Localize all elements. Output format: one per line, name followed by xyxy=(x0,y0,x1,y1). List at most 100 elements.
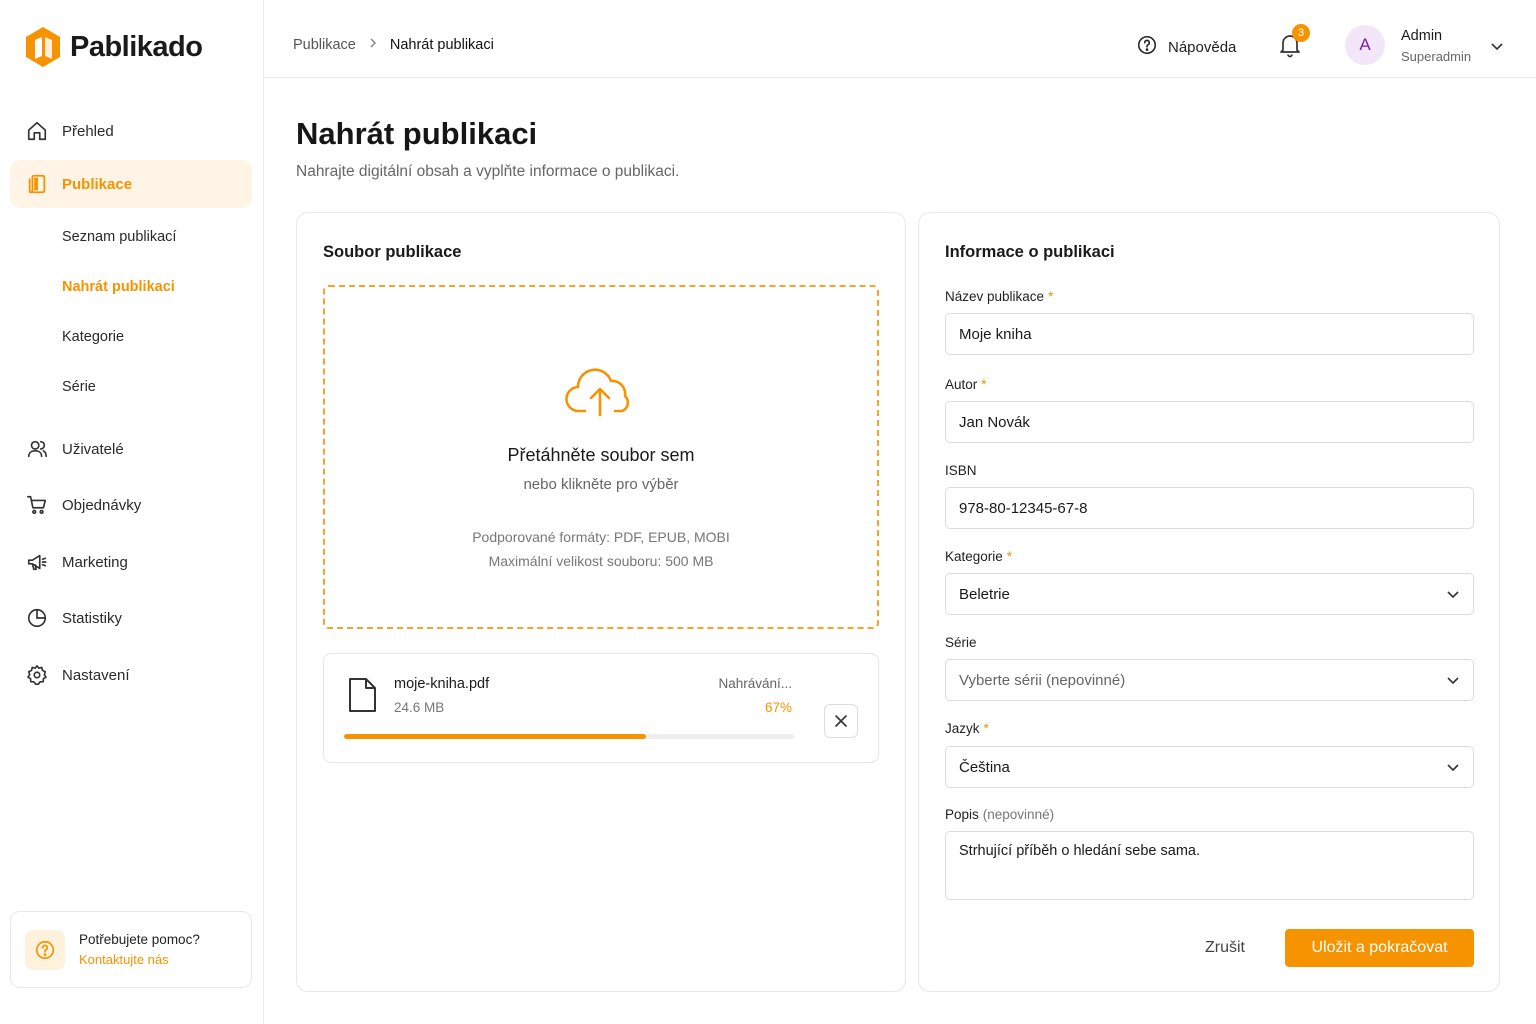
sidebar-item-publikace[interactable]: Publikace xyxy=(10,160,252,208)
category-value: Beletrie xyxy=(959,585,1010,603)
category-select[interactable]: Beletrie xyxy=(945,573,1474,615)
info-card-title: Informace o publikaci xyxy=(945,243,1115,261)
gear-icon xyxy=(26,664,48,686)
required-mark: * xyxy=(1006,549,1013,564)
sidebar-item-objednavky[interactable]: Objednávky xyxy=(10,481,252,529)
sidebar-subitem-serie[interactable]: Série xyxy=(62,379,96,395)
sidebar-subitem-nahrat-publikaci[interactable]: Nahrát publikaci xyxy=(62,279,175,295)
sidebar-item-prehled[interactable]: Přehled xyxy=(10,107,252,155)
sidebar-item-label: Publikace xyxy=(62,175,133,193)
description-label: Popis (nepovinné) xyxy=(945,807,1054,822)
page-title: Nahrát publikaci xyxy=(296,116,538,151)
category-label-text: Kategorie xyxy=(945,549,1003,564)
save-continue-button[interactable]: Uložit a pokračovat xyxy=(1285,929,1474,967)
pie-chart-icon xyxy=(26,607,48,629)
description-textarea[interactable]: Strhující příběh o hledání sebe sama. xyxy=(945,831,1474,900)
notification-badge: 3 xyxy=(1292,24,1310,42)
upload-progress-fill xyxy=(344,734,646,739)
help-title: Potřebujete pomoc? xyxy=(79,932,200,947)
author-value: Jan Novák xyxy=(959,413,1030,431)
brand-name: Pablikado xyxy=(70,30,203,63)
title-label-text: Název publikace xyxy=(945,289,1045,304)
author-label: Autor * xyxy=(945,377,987,392)
max-file-size: Maximální velikost souboru: 500 MB xyxy=(488,553,714,569)
dropzone-subtitle: nebo klikněte pro výběr xyxy=(523,476,679,493)
top-bar: Publikace Nahrát publikaci Nápověda 3 A … xyxy=(264,0,1536,78)
sidebar-item-statistiky[interactable]: Statistiky xyxy=(10,594,252,642)
breadcrumb-publikace[interactable]: Publikace xyxy=(293,37,356,53)
category-label: Kategorie * xyxy=(945,549,1012,564)
sidebar-item-label: Uživatelé xyxy=(62,440,124,458)
sidebar-item-label: Statistiky xyxy=(62,609,123,627)
publication-info-card: Informace o publikaci Název publikace * M… xyxy=(918,212,1500,992)
chevron-down-icon xyxy=(1447,591,1459,599)
sidebar-subitem-kategorie[interactable]: Kategorie xyxy=(62,329,124,345)
cancel-button[interactable]: Zrušit xyxy=(1205,939,1245,957)
breadcrumb-current: Nahrát publikaci xyxy=(389,37,494,53)
upload-card: Soubor publikace Přetáhněte soubor sem n… xyxy=(296,212,906,992)
upload-status: Nahrávání... xyxy=(718,676,792,691)
sidebar-subitem-seznam-publikaci[interactable]: Seznam publikací xyxy=(62,229,176,245)
upload-percent: 67% xyxy=(764,700,792,715)
isbn-label: ISBN xyxy=(945,463,977,478)
logo[interactable]: Pablikado xyxy=(24,26,203,68)
file-name: moje-kniha.pdf xyxy=(394,676,490,692)
chevron-down-icon[interactable] xyxy=(1490,38,1504,56)
page-subtitle: Nahrajte digitální obsah a vyplňte infor… xyxy=(296,163,680,180)
isbn-input[interactable]: 978-80-12345-67-8 xyxy=(945,487,1474,529)
sidebar-item-label: Přehled xyxy=(62,122,114,140)
description-value: Strhující příběh o hledání sebe sama. xyxy=(959,843,1201,859)
close-icon xyxy=(835,715,847,727)
chevron-down-icon xyxy=(1447,677,1459,685)
help-circle-icon xyxy=(1136,34,1158,60)
logo-icon xyxy=(26,27,60,67)
uploading-file: moje-kniha.pdf 24.6 MB Nahrávání... 67% xyxy=(323,653,879,763)
sidebar-item-label: Marketing xyxy=(62,553,128,571)
cloud-upload-icon xyxy=(565,368,630,417)
dropzone-title: Přetáhněte soubor sem xyxy=(507,445,695,465)
sidebar-item-uzivatele[interactable]: Uživatelé xyxy=(10,425,252,473)
file-size: 24.6 MB xyxy=(394,700,445,715)
file-icon xyxy=(349,678,376,712)
help-card: Potřebujete pomoc? Kontaktujte nás xyxy=(10,911,252,988)
upload-progress-bar xyxy=(344,734,794,739)
sidebar-item-label: Objednávky xyxy=(62,496,142,514)
help-label: Nápověda xyxy=(1168,38,1237,56)
sidebar-item-nastaveni[interactable]: Nastavení xyxy=(10,651,252,699)
breadcrumb: Publikace Nahrát publikaci xyxy=(293,37,494,53)
series-select[interactable]: Vyberte sérii (nepovinné) xyxy=(945,659,1474,701)
isbn-value: 978-80-12345-67-8 xyxy=(959,499,1088,517)
title-input[interactable]: Moje kniha xyxy=(945,313,1474,355)
required-mark: * xyxy=(983,721,989,736)
help-button[interactable]: Nápověda xyxy=(1136,34,1236,60)
megaphone-icon xyxy=(26,551,48,573)
series-placeholder: Vyberte sérii (nepovinné) xyxy=(959,671,1126,689)
sidebar: Pablikado Přehled Publikace Seznam publi… xyxy=(0,0,264,1024)
avatar[interactable]: A xyxy=(1345,25,1385,65)
language-select[interactable]: Čeština xyxy=(945,746,1474,788)
document-icon xyxy=(26,173,48,195)
contact-link[interactable]: Kontaktujte nás xyxy=(79,952,200,967)
sidebar-item-marketing[interactable]: Marketing xyxy=(10,538,252,586)
description-label-text: Popis xyxy=(945,807,979,822)
users-icon xyxy=(26,438,48,460)
cart-icon xyxy=(26,494,48,516)
author-input[interactable]: Jan Novák xyxy=(945,401,1474,443)
author-label-text: Autor xyxy=(945,377,978,392)
optional-mark: (nepovinné) xyxy=(982,807,1055,822)
file-dropzone[interactable]: Přetáhněte soubor sem nebo klikněte pro … xyxy=(323,285,879,629)
required-mark: * xyxy=(981,377,987,392)
language-label: Jazyk * xyxy=(945,721,989,736)
chevron-right-icon xyxy=(368,37,378,53)
question-icon xyxy=(25,929,65,970)
series-label: Série xyxy=(945,635,977,650)
user-role: Superadmin xyxy=(1401,49,1472,64)
required-mark: * xyxy=(1048,289,1054,304)
chevron-down-icon xyxy=(1447,764,1459,772)
upload-card-title: Soubor publikace xyxy=(323,243,462,261)
supported-formats: Podporované formáty: PDF, EPUB, MOBI xyxy=(472,529,730,545)
title-label: Název publikace * xyxy=(945,289,1053,304)
user-name: Admin xyxy=(1401,28,1443,44)
home-icon xyxy=(26,120,48,142)
cancel-upload-button[interactable] xyxy=(824,704,858,738)
